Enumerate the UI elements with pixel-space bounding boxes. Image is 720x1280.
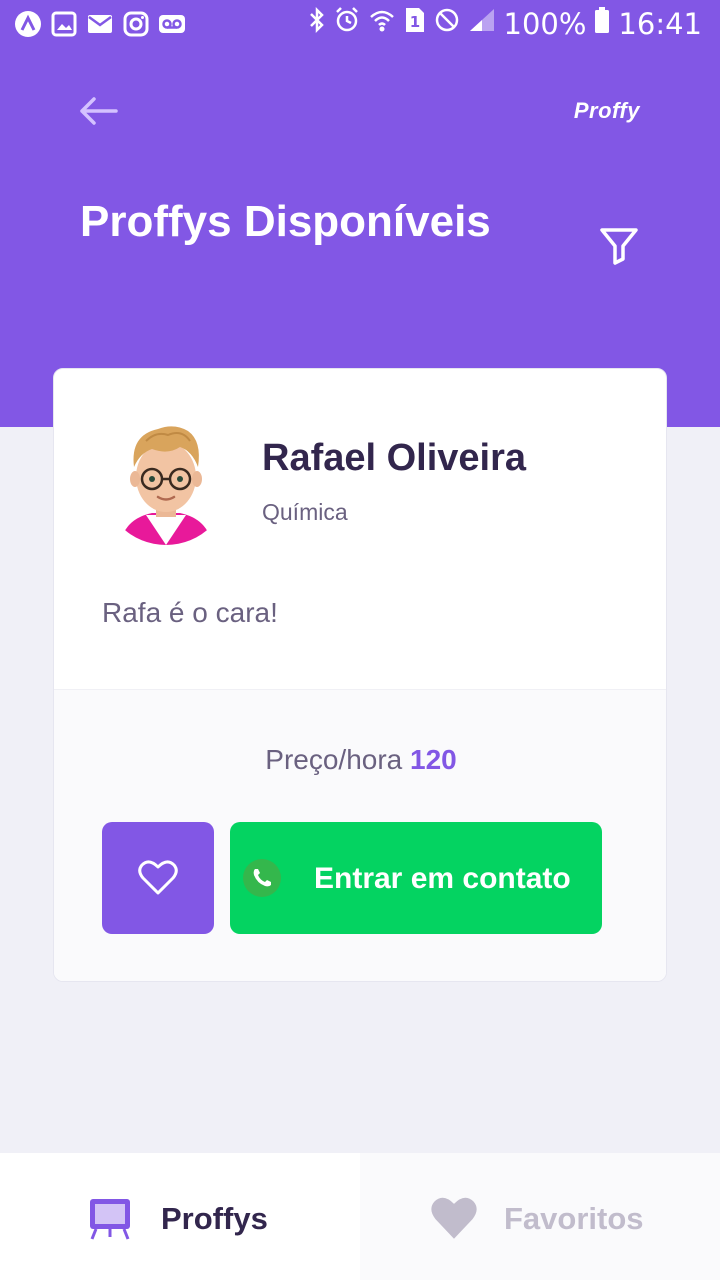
- easel-icon: [90, 1199, 130, 1240]
- teacher-bio: Rafa é o cara!: [102, 597, 278, 628]
- battery-icon: [594, 6, 610, 42]
- svg-text:1: 1: [409, 13, 419, 31]
- tab-favoritos[interactable]: Favoritos: [360, 1153, 720, 1280]
- arrow-left-icon: [80, 97, 118, 125]
- heart-icon: [431, 1197, 477, 1239]
- status-right: 1 100% 16:41: [308, 6, 702, 42]
- avatar: [102, 417, 230, 545]
- price-value: 120: [410, 744, 457, 775]
- filter-button[interactable]: [598, 224, 640, 266]
- page-title: Proffys Disponíveis: [80, 197, 491, 246]
- tab-label-favoritos: Favoritos: [504, 1201, 644, 1236]
- wifi-icon: [368, 6, 396, 42]
- status-left-icons: [14, 10, 186, 38]
- contact-button[interactable]: Entrar em contato: [230, 822, 602, 934]
- tab-label-proffys: Proffys: [161, 1201, 268, 1236]
- heart-outline-icon: [138, 860, 178, 895]
- status-bar: 1 100% 16:41: [0, 0, 720, 48]
- clock: 16:41: [618, 7, 702, 41]
- teacher-name: Rafael Oliveira: [262, 437, 527, 479]
- signal-icon: [468, 7, 496, 41]
- battery-percent: 100%: [503, 7, 587, 41]
- alarm-icon: [334, 6, 360, 42]
- back-button[interactable]: [78, 94, 118, 128]
- dnd-icon: [434, 7, 460, 41]
- favorite-button[interactable]: [102, 822, 214, 934]
- price-label: Preço/hora: [265, 744, 403, 775]
- tab-proffys[interactable]: Proffys: [0, 1153, 360, 1280]
- sim-icon: 1: [404, 6, 426, 42]
- teacher-subject: Química: [262, 499, 348, 525]
- bluetooth-icon: [308, 6, 326, 42]
- bottom-tab-bar: Proffys Favoritos: [0, 1153, 720, 1280]
- voicemail-icon: [158, 10, 186, 38]
- whatsapp-icon: [243, 859, 281, 897]
- image-icon: [50, 10, 78, 38]
- instagram-icon: [122, 10, 150, 38]
- proffy-logo: Proffy: [573, 98, 640, 123]
- card-footer: Preço/hora 120 Entrar em contato: [54, 689, 666, 981]
- mail-icon: [86, 10, 114, 38]
- teacher-card: Rafael Oliveira Química Rafa é o cara! P…: [53, 368, 667, 982]
- app-icon: [14, 10, 42, 38]
- filter-icon: [600, 228, 638, 265]
- contact-label: Entrar em contato: [314, 862, 571, 895]
- price: Preço/hora 120: [54, 744, 666, 776]
